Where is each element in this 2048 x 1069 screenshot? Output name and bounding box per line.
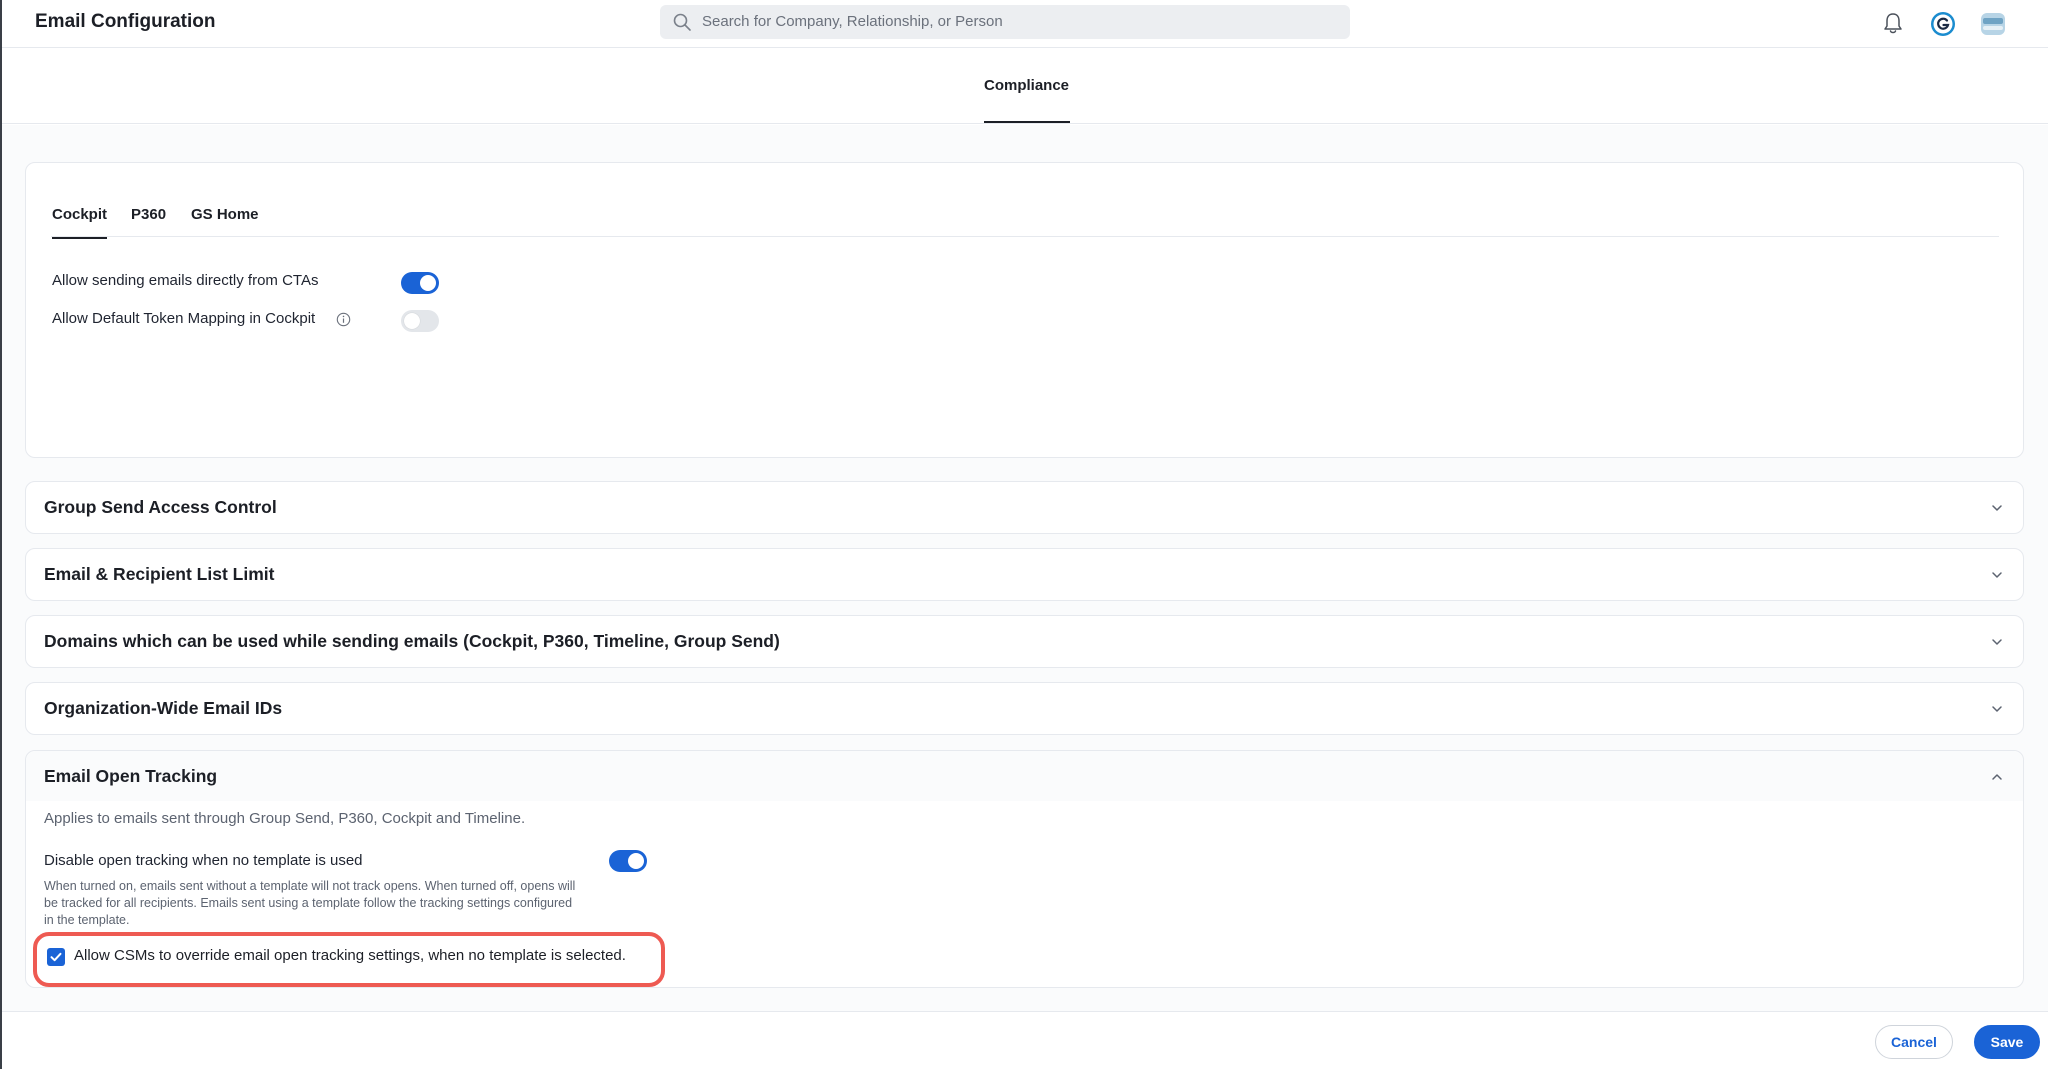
global-search-input[interactable]: Search for Company, Relationship, or Per… xyxy=(660,5,1350,39)
cancel-button[interactable]: Cancel xyxy=(1875,1025,1953,1059)
subtab-cockpit[interactable]: Cockpit xyxy=(52,206,107,223)
accordion-group-send-access[interactable]: Group Send Access Control xyxy=(25,481,2024,534)
active-subtab-indicator xyxy=(52,237,107,239)
gainsight-logo-icon[interactable] xyxy=(1928,9,1958,39)
cockpit-settings-card: Cockpit P360 GS Home Allow sending email… xyxy=(25,162,2024,458)
user-avatar-icon[interactable] xyxy=(1978,9,2008,39)
info-icon[interactable] xyxy=(336,312,351,327)
option-label-disable-open-tracking: Disable open tracking when no template i… xyxy=(44,852,363,869)
chevron-up-icon xyxy=(1992,774,2002,780)
option-help-text: When turned on, emails sent without a te… xyxy=(44,879,576,927)
accordion-title: Organization-Wide Email IDs xyxy=(44,698,283,718)
chevron-down-icon xyxy=(1992,572,2002,578)
chevron-down-icon xyxy=(1992,706,2002,712)
chevron-down-icon xyxy=(1992,639,2002,645)
accordion-title: Email Open Tracking xyxy=(44,766,218,786)
bell-icon[interactable] xyxy=(1878,9,1908,39)
tab-compliance[interactable]: Compliance xyxy=(984,77,1069,94)
setting-label-default-token-mapping: Allow Default Token Mapping in Cockpit xyxy=(52,310,316,327)
section-description: Applies to emails sent through Group Sen… xyxy=(44,810,526,827)
top-header: Email Configuration Search for Company, … xyxy=(2,0,2048,48)
save-button[interactable]: Save xyxy=(1974,1025,2040,1059)
accordion-title: Group Send Access Control xyxy=(44,497,277,517)
toggle-send-from-ctas[interactable] xyxy=(401,272,439,294)
toggle-default-token-mapping[interactable] xyxy=(401,310,439,332)
accordion-org-wide-email-ids[interactable]: Organization-Wide Email IDs xyxy=(25,682,2024,735)
footer-bar xyxy=(2,1011,2048,1069)
search-icon xyxy=(673,13,691,31)
page-title: Email Configuration xyxy=(35,11,216,32)
override-tracking-checkbox[interactable] xyxy=(47,948,65,966)
accordion-email-recipient-limit[interactable]: Email & Recipient List Limit xyxy=(25,548,2024,601)
search-placeholder: Search for Company, Relationship, or Per… xyxy=(702,13,1003,30)
setting-label-send-from-ctas: Allow sending emails directly from CTAs xyxy=(52,272,319,289)
checkmark-icon xyxy=(50,952,62,962)
subtab-bar xyxy=(51,205,1999,237)
subtab-p360[interactable]: P360 xyxy=(131,206,166,223)
top-tab-bar: Compliance xyxy=(2,48,2048,124)
accordion-allowed-domains[interactable]: Domains which can be used while sending … xyxy=(25,615,2024,668)
override-tracking-label[interactable]: Allow CSMs to override email open tracki… xyxy=(74,947,626,964)
accordion-title: Email & Recipient List Limit xyxy=(44,564,275,584)
toggle-disable-open-tracking[interactable] xyxy=(609,850,647,872)
accordion-header[interactable]: Email Open Tracking xyxy=(26,751,2023,801)
subtab-gs-home[interactable]: GS Home xyxy=(191,206,259,223)
accordion-title: Domains which can be used while sending … xyxy=(44,631,780,651)
active-tab-indicator xyxy=(984,121,1070,123)
chevron-down-icon xyxy=(1992,505,2002,511)
